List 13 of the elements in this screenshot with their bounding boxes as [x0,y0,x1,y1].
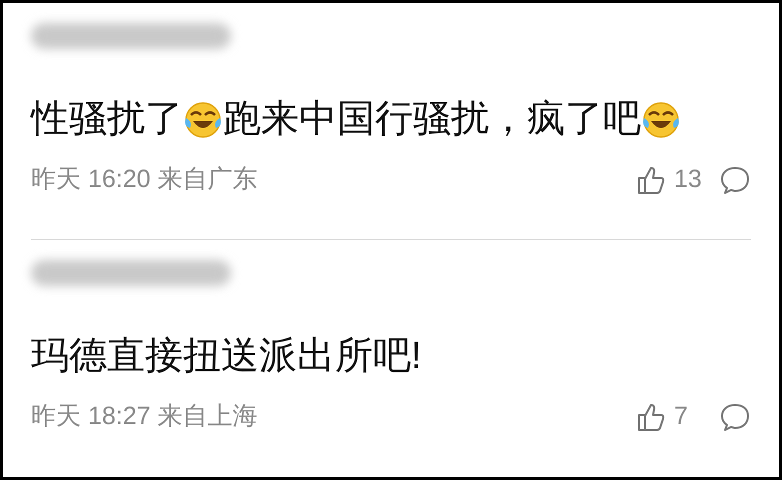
thumbs-up-icon[interactable] [636,164,666,195]
comment-text: 玛德直接扭送派出所吧! [31,336,422,378]
laughing-emoji-icon [183,100,223,140]
comment-text: 跑来中国行骚扰，疯了吧 [223,99,641,141]
comment-meta: 昨天 16:20 来自广东 [31,164,258,195]
thumbs-up-icon[interactable] [636,402,666,432]
comment-meta: 昨天 18:27 来自上海 [31,400,258,432]
comment-icon[interactable] [719,164,751,195]
laughing-emoji-icon [641,100,681,140]
comment-text: 性骚扰了 [31,99,183,141]
comment-icon[interactable] [719,402,751,432]
like-count: 13 [674,164,703,195]
like-count: 7 [674,400,689,432]
